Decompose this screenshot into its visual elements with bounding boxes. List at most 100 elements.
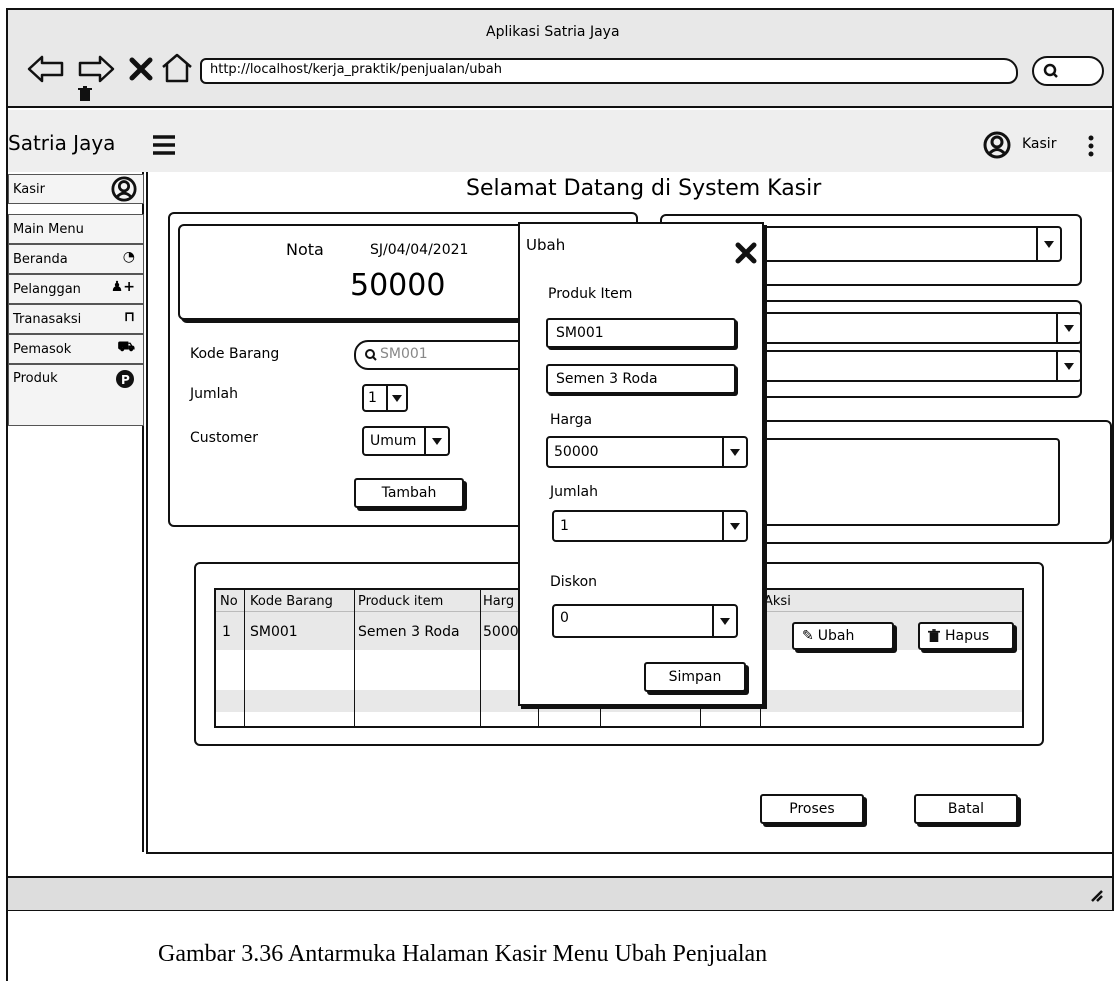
sidebar-item-label: Produk (13, 371, 58, 386)
sidebar-item-label: Tranasaksi (13, 311, 82, 327)
right-select-3-value: 0 (752, 352, 1056, 380)
user-icon[interactable] (983, 131, 1011, 159)
jumlah-label: Jumlah (190, 386, 238, 402)
col-divider (244, 590, 245, 726)
table-cell-harga: 5000 (483, 624, 519, 640)
brand-title: Satria Jaya (8, 131, 116, 155)
customer-select-value: Umum (370, 433, 417, 449)
row-ubah-button[interactable]: ✎ Ubah (792, 622, 894, 650)
modal-jumlah-label: Jumlah (550, 484, 598, 500)
modal-diskon-label: Diskon (550, 574, 598, 590)
nota-number: SJ/04/04/2021 (370, 242, 469, 258)
kode-barang-label: Kode Barang (190, 346, 280, 362)
sidebar-item-kasir[interactable]: Kasir (8, 174, 144, 204)
table-cell-kode: SM001 (250, 624, 298, 640)
proses-button[interactable]: Proses (760, 794, 864, 824)
chevron-down-icon (722, 438, 746, 466)
right-select-2-value: 0 (752, 314, 1056, 342)
table-cell-no: 1 (222, 624, 231, 640)
row-hapus-label: Hapus (945, 628, 990, 644)
sidebar-item-label: Main Menu (13, 221, 84, 237)
jumlah-select[interactable]: 1 (362, 384, 408, 412)
table-cell-item: Semen 3 Roda (358, 624, 460, 640)
table-header-item: Produck item (358, 594, 444, 609)
trash-icon (928, 629, 940, 642)
status-bar (8, 876, 1112, 910)
row-ubah-label: Ubah (817, 628, 855, 644)
browser-title: Aplikasi Satria Jaya (486, 24, 620, 40)
sidebar-item-main-menu[interactable]: Main Menu (8, 214, 144, 244)
modal-jumlah-select[interactable]: 1 (552, 510, 748, 542)
total-amount: 50000 (350, 268, 446, 303)
modal-jumlah-value: 1 (560, 518, 569, 534)
sidebar-item-label: Pelanggan (13, 281, 81, 297)
user-plus-icon: ♟+ (110, 279, 135, 295)
pencil-icon: ✎ (802, 628, 814, 644)
kode-barang-value: SM001 (380, 346, 428, 362)
chevron-down-icon (712, 606, 736, 636)
batal-button[interactable]: Batal (914, 794, 1018, 824)
modal-diskon-select[interactable]: 0 (552, 604, 738, 638)
caption-border (6, 910, 8, 981)
hamburger-menu-icon[interactable] (151, 134, 177, 156)
sidebar-item-label: Kasir (13, 181, 45, 197)
table-header-harga: Harg (483, 594, 515, 609)
home-icon[interactable] (160, 52, 194, 84)
chevron-down-icon (1056, 314, 1080, 342)
more-vert-icon[interactable] (1086, 134, 1096, 158)
chevron-down-icon (1056, 352, 1080, 380)
close-tab-icon[interactable] (128, 56, 154, 82)
search-icon (1043, 63, 1058, 78)
modal-kode-input[interactable]: SM001 (546, 318, 736, 348)
sidebar-item-beranda[interactable]: Beranda ◔ (8, 244, 144, 274)
forward-icon[interactable] (76, 54, 116, 84)
right-select-1[interactable] (750, 226, 1062, 262)
modal-harga-select[interactable]: 50000 (546, 436, 748, 468)
dashboard-icon: ◔ (122, 249, 135, 265)
sidebar-item-label: Pemasok (13, 341, 72, 357)
right-select-2[interactable]: 0 (750, 312, 1082, 344)
modal-harga-label: Harga (550, 412, 593, 428)
sidebar-item-produk[interactable]: Produk P (8, 364, 144, 426)
user-name[interactable]: Kasir (1022, 136, 1056, 152)
modal-nama-input[interactable]: Semen 3 Roda (546, 364, 736, 394)
simpan-button[interactable]: Simpan (644, 662, 746, 692)
modal-diskon-value: 0 (560, 610, 569, 626)
tambah-button[interactable]: Tambah (354, 478, 464, 508)
row-hapus-button[interactable]: Hapus (918, 622, 1014, 650)
table-header-aksi: Aksi (764, 594, 791, 609)
user-icon (111, 176, 137, 202)
notes-textarea[interactable] (760, 438, 1060, 526)
figure-caption: Gambar 3.36 Antarmuka Halaman Kasir Menu… (158, 941, 768, 967)
nota-label: Nota (286, 240, 324, 259)
back-icon[interactable] (26, 54, 66, 84)
svg-text:P: P (121, 373, 130, 387)
col-divider (480, 590, 481, 726)
modal-produk-label: Produk Item (548, 286, 633, 302)
modal-harga-value: 50000 (554, 444, 599, 460)
sidebar-item-pemasok[interactable]: Pemasok ⛟ (8, 334, 144, 364)
sidebar-item-tranasaksi[interactable]: Tranasaksi ⊓ (8, 304, 144, 334)
jumlah-select-value: 1 (368, 390, 377, 406)
sidebar-item-pelanggan[interactable]: Pelanggan ♟+ (8, 274, 144, 304)
chevron-down-icon (722, 512, 746, 540)
customer-label: Customer (190, 430, 259, 446)
car-icon: ⛟ (117, 339, 135, 355)
chevron-down-icon (386, 386, 406, 410)
trash-icon (78, 86, 92, 101)
col-divider (354, 590, 355, 726)
address-url: http://localhost/kerja_praktik/penjualan… (210, 62, 502, 77)
right-select-1-value (752, 228, 1036, 260)
close-icon[interactable] (735, 242, 757, 264)
customer-select[interactable]: Umum (362, 426, 450, 456)
resize-handle-icon[interactable] (1088, 886, 1104, 902)
search-icon (365, 349, 377, 361)
cart-icon: ⊓ (123, 309, 135, 325)
right-select-3[interactable]: 0 (750, 350, 1082, 382)
table-header-kode: Kode Barang (250, 594, 333, 609)
modal-title: Ubah (526, 236, 566, 254)
sidebar-item-label: Beranda (13, 251, 68, 267)
chevron-down-icon (424, 428, 448, 454)
product-icon: P (116, 370, 134, 388)
chevron-down-icon (1036, 228, 1060, 260)
